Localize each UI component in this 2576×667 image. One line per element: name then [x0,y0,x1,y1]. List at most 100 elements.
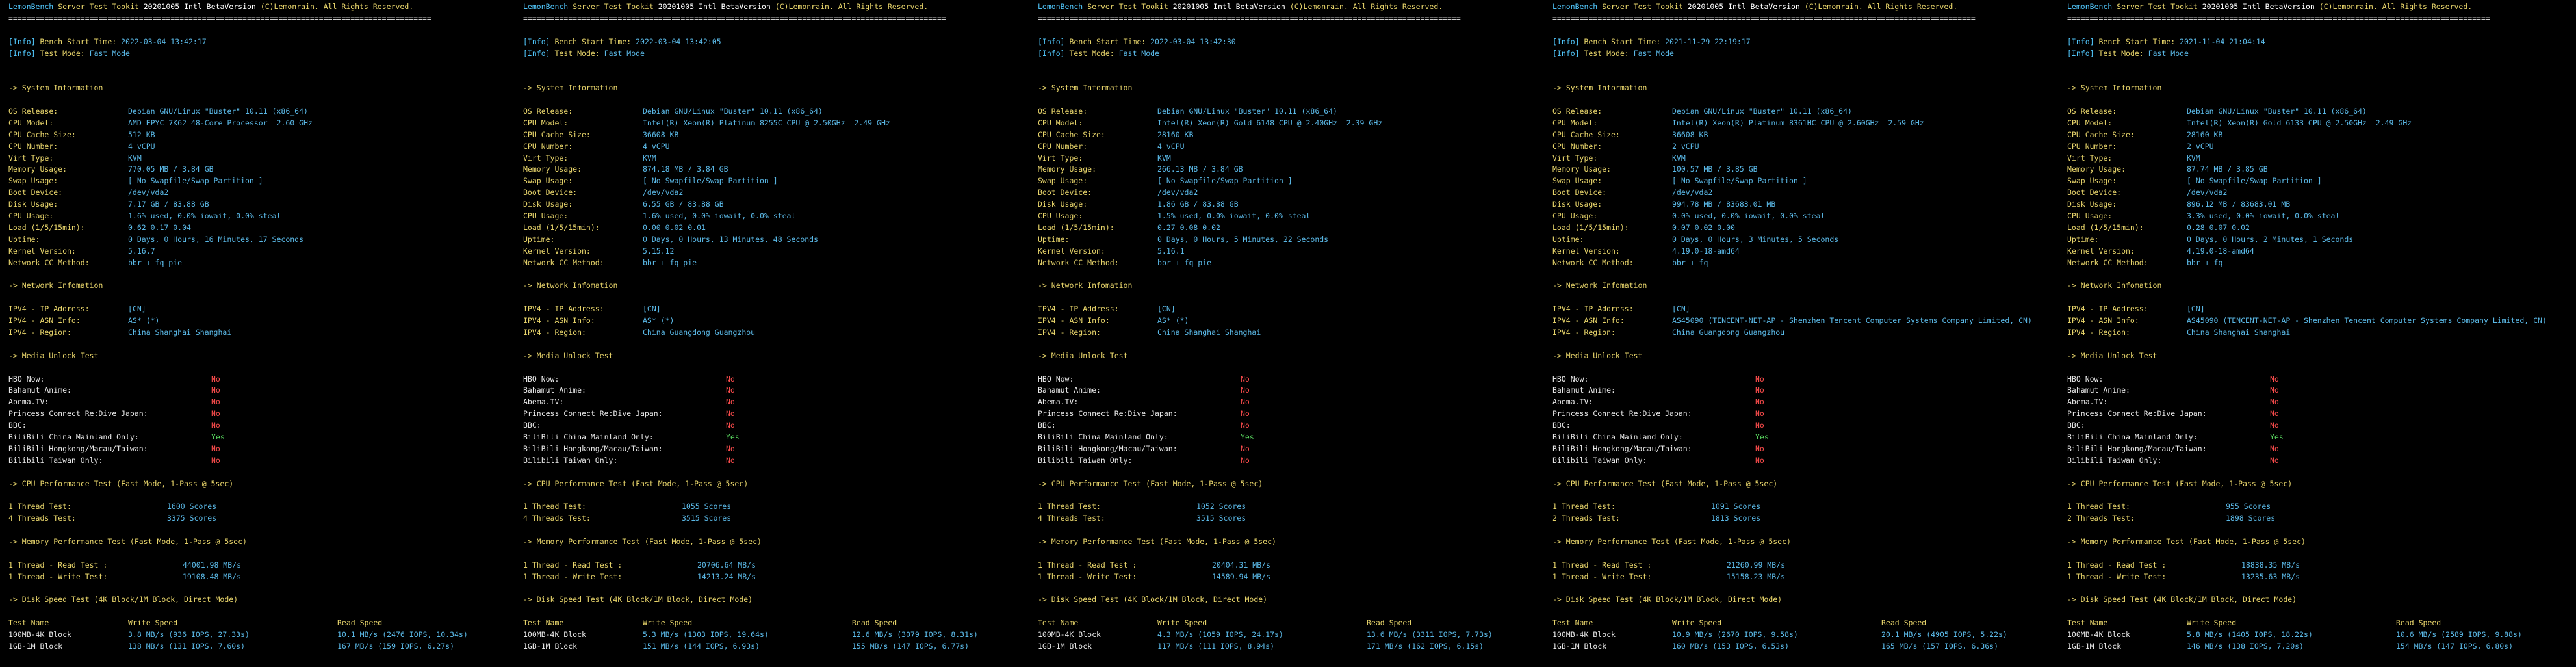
sysinfo-row: CPU Usage: 1.6% used, 0.0% iowait, 0.0% s… [523,211,1022,222]
media-label: BiliBili China Mainland Only: [8,432,139,441]
info-tag: [Info] [523,48,550,58]
terminal-panel[interactable]: LemonBench Server Test Tookit 20201005 I… [1029,0,1536,667]
app-name: LemonBench [8,2,54,11]
media-status: Yes [1755,432,1769,441]
app-name: LemonBench [1552,2,1598,11]
cpu-row: 4 Threads Test: 3375 Scores [8,513,507,525]
sysinfo-value: 994.78 MB / 83683.01 MB [1672,200,1776,209]
tool-name: Server Test Tookit [2117,2,2198,11]
bench-start-value: 2021-11-04 21:04:14 [2180,36,2265,46]
tool-name: Server Test Tookit [1602,2,1683,11]
terminal-panel[interactable]: LemonBench Server Test Tookit 20201005 I… [515,0,1022,667]
sysinfo-label: CPU Usage: [523,211,569,221]
mem-label: 1 Thread - Read Test : [8,560,108,569]
media-status: No [1755,455,1764,465]
sysinfo-row: Boot Device: /dev/vda2 [2067,187,2566,199]
cpu-row: 2 Threads Test: 1813 Scores [1552,513,2051,525]
media-label: BiliBili Hongkong/Macau/Taiwan: [8,443,148,453]
sysinfo-row: CPU Usage: 1.5% used, 0.0% iowait, 0.0% s… [1038,211,1536,222]
media-label: BiliBili China Mainland Only: [2067,432,2198,441]
mem-row: 1 Thread - Write Test: 14213.24 MB/s [523,571,1022,583]
sysinfo-label: CPU Model: [2067,118,2113,127]
netinfo-row: IPV4 - Region: China Shanghai Shanghai [8,327,507,339]
netinfo-label: IPV4 - IP Address: [1552,304,1634,314]
terminal-panel[interactable]: LemonBench Server Test Tookit 20201005 I… [2059,0,2566,667]
sysinfo-value: 0.0% used, 0.0% iowait, 0.0% steal [1672,211,1825,221]
info-tag: [Info] [1038,36,1065,46]
media-label: Bilibili Taiwan Only: [2067,455,2162,465]
sysinfo-row: CPU Cache Size: 28160 KB [1038,129,1536,141]
sysinfo-row: Load (1/5/15min): 0.27 0.08 0.02 [1038,222,1536,234]
section-title: -> System Information [2067,83,2162,93]
separator-text: ========================================… [523,13,946,23]
media-label: HBO Now: [523,374,560,384]
disk-write-speed: 10.9 MB/s (2670 IOPS, 9.58s) [1672,630,1798,640]
cpu-row: 1 Thread Test: 1055 Scores [523,501,1022,513]
sysinfo-row: Boot Device: /dev/vda2 [8,187,507,199]
copyright: (C)Lemonrain. All Rights Reserved. [2319,2,2473,11]
sysinfo-row: CPU Usage: 3.3% used, 0.0% iowait, 0.0% s… [2067,211,2566,222]
sysinfo-row: CPU Model: Intel(R) Xeon(R) Platinum 8255… [523,118,1022,129]
section-title: -> CPU Performance Test (Fast Mode, 1-Pa… [1038,478,1263,488]
media-label: Abema.TV: [8,397,49,407]
netinfo-label: IPV4 - Region: [2067,327,2130,337]
terminal-panel[interactable]: LemonBench Server Test Tookit 20201005 I… [0,0,507,667]
sysinfo-label: Kernel Version: [8,246,76,255]
sysinfo-label: CPU Number: [2067,141,2117,151]
media-status: No [211,386,220,395]
netinfo-row: IPV4 - Region: China Shanghai Shanghai [2067,327,2566,339]
media-status: No [1241,455,1250,465]
sysinfo-value: [ No Swapfile/Swap Partition ] [1157,176,1293,186]
media-label: BBC: [523,421,541,430]
sysinfo-value: Intel(R) Xeon(R) Gold 6148 CPU @ 2.40GHz… [1157,118,1383,127]
mem-label: 1 Thread - Write Test: [2067,571,2167,581]
bench-start-label: Bench Start Time: [554,36,632,46]
disk-col-name: Test Name [523,618,564,628]
bench-start-label: Bench Start Time: [1584,36,1661,46]
mem-title: -> Memory Performance Test (Fast Mode, 1… [1038,536,1536,548]
sysinfo-value: Intel(R) Xeon(R) Platinum 8361HC CPU @ 2… [1672,118,1924,127]
bench-start-value: 2021-11-29 22:19:17 [1665,36,1751,46]
disk-write-speed: 4.3 MB/s (1059 IOPS, 24.17s) [1157,630,1283,640]
sysinfo-label: Memory Usage: [523,164,582,174]
sysinfo-row: Swap Usage: [ No Swapfile/Swap Partition … [523,176,1022,187]
media-status: No [2270,397,2279,407]
sysinfo-label: CPU Cache Size: [8,129,76,139]
cpu-label: 1 Thread Test: [1038,502,1101,512]
disk-col-name: Test Name [1552,618,1593,628]
sysinfo-value: 4.19.0-18-amd64 [2187,246,2254,255]
test-mode-value: Fast Mode [604,48,645,58]
tool-name: Server Test Tookit [573,2,654,11]
sysinfo-label: Swap Usage: [2067,176,2117,186]
test-mode-line: [Info] Test Mode: Fast Mode [1552,48,2051,60]
netinfo-label: IPV4 - IP Address: [523,304,604,314]
sysinfo-label: Network CC Method: [1038,257,1119,267]
sysinfo-label: Boot Device: [1552,188,1607,198]
section-title: -> Memory Performance Test (Fast Mode, 1… [2067,536,2306,546]
sysinfo-label: Memory Usage: [1038,164,1097,174]
section-title: -> Disk Speed Test (4K Block/1M Block, D… [1552,595,1783,605]
sysinfo-value: 0 Days, 0 Hours, 2 Minutes, 1 Seconds [2187,234,2354,244]
disk-test-name: 1GB-1M Block [1552,641,1607,651]
sysinfo-row: CPU Cache Size: 28160 KB [2067,129,2566,141]
sysinfo-title: -> System Information [1552,83,2051,94]
media-label: Bilibili Taiwan Only: [1552,455,1647,465]
netinfo-label: IPV4 - ASN Info: [523,316,595,326]
disk-test-name: 100MB-4K Block [1038,630,1101,640]
disk-title: -> Disk Speed Test (4K Block/1M Block, D… [523,594,1022,606]
media-title: -> Media Unlock Test [1552,350,2051,362]
netinfo-label: IPV4 - Region: [8,327,71,337]
terminal-panel[interactable]: LemonBench Server Test Tookit 20201005 I… [1544,0,2051,667]
test-mode-value: Fast Mode [89,48,130,58]
netinfo-title: -> Network Infomation [1038,280,1536,292]
sysinfo-value: KVM [1672,153,1686,163]
sysinfo-label: CPU Cache Size: [2067,129,2135,139]
